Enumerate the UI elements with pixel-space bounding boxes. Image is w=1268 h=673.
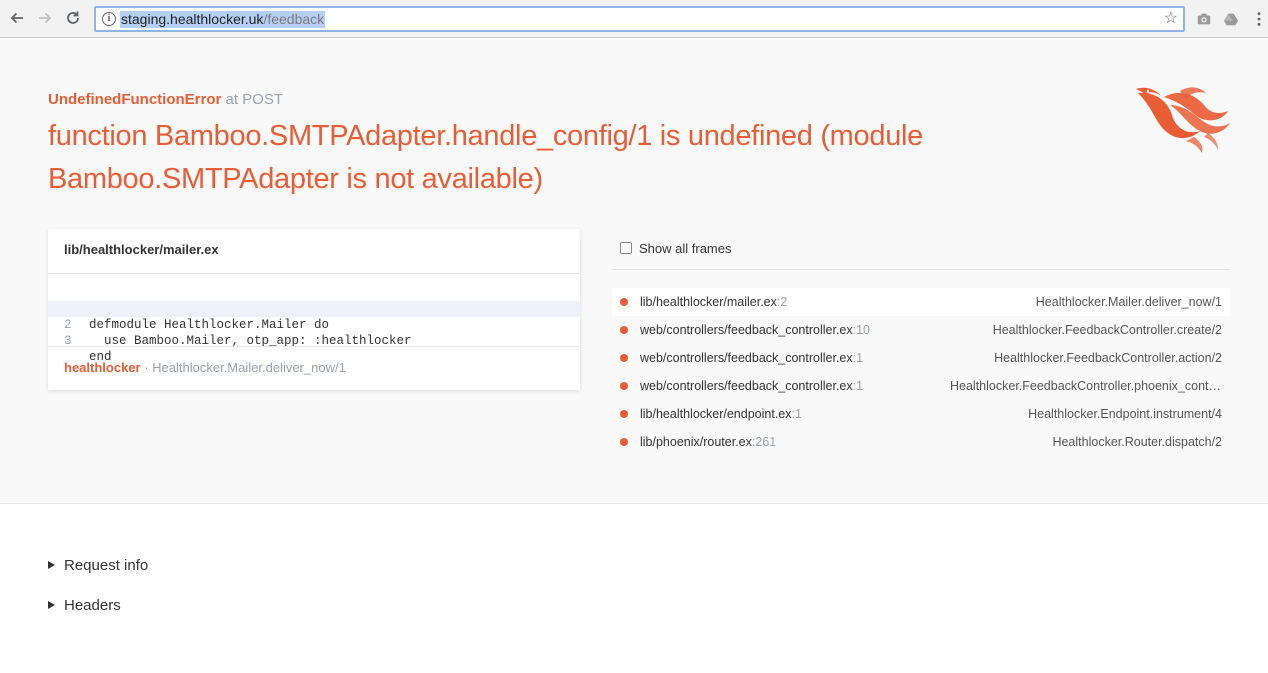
- frame-file: web/controllers/feedback_controller.ex: [640, 351, 853, 365]
- frame-file: lib/healthlocker/mailer.ex: [640, 295, 777, 309]
- error-heading: UndefinedFunctionError at POST: [48, 91, 283, 109]
- stack-frame[interactable]: lib/phoenix/router.ex:261 Healthlocker.R…: [612, 428, 1230, 456]
- frame-dot-icon: [620, 410, 628, 418]
- stack-frame[interactable]: web/controllers/feedback_controller.ex:1…: [612, 316, 1230, 344]
- error-message: function Bamboo.SMTPAdapter.handle_confi…: [48, 120, 924, 195]
- frame-line: :261: [751, 435, 777, 449]
- code-snippet-card: lib/healthlocker/mailer.ex 1 defmodule H…: [48, 229, 580, 390]
- app-name: healthlocker: [64, 360, 141, 375]
- frame-dot-icon: [620, 354, 628, 362]
- code-lines: 1 defmodule Healthlocker.Mailer do 2 use…: [48, 285, 580, 364]
- drive-icon[interactable]: [1222, 10, 1240, 28]
- stack-frame[interactable]: web/controllers/feedback_controller.ex:1…: [612, 372, 1230, 400]
- camera-icon[interactable]: [1195, 10, 1213, 28]
- code-line: 1 defmodule Healthlocker.Mailer do: [48, 285, 580, 332]
- stack-frame[interactable]: web/controllers/feedback_controller.ex:1…: [612, 344, 1230, 372]
- divider: [48, 273, 580, 274]
- frame-file: lib/phoenix/router.ex: [640, 435, 752, 449]
- frame-file: lib/healthlocker/endpoint.ex: [640, 407, 792, 421]
- frame-function: Healthlocker.FeedbackController.phoenix_…: [950, 379, 1222, 393]
- frame-line: :1: [791, 407, 802, 421]
- stack-frame[interactable]: lib/healthlocker/endpoint.ex:1 Healthloc…: [612, 400, 1230, 428]
- phoenix-logo: [1136, 87, 1230, 153]
- frame-function: Healthlocker.FeedbackController.action/2: [994, 351, 1222, 365]
- star-icon[interactable]: ☆: [1164, 10, 1178, 28]
- frame-line: :1: [852, 379, 864, 393]
- error-type: UndefinedFunctionError: [48, 91, 222, 108]
- frame-line: :10: [852, 323, 871, 337]
- reload-icon[interactable]: [62, 7, 84, 29]
- request-info-toggle[interactable]: Request info: [48, 555, 148, 575]
- stack-frame[interactable]: lib/healthlocker/mailer.ex:2 Healthlocke…: [612, 288, 1230, 316]
- code-line-highlighted: 2 use Bamboo.Mailer, otp_app: :healthloc…: [48, 301, 580, 348]
- frame-dot-icon: [620, 438, 628, 446]
- browser-toolbar: i staging.healthlocker.uk/feedback ☆: [0, 0, 1268, 38]
- request-info-label: Request info: [64, 556, 149, 574]
- frame-dot-icon: [620, 382, 628, 390]
- show-all-frames-toggle[interactable]: Show all frames: [620, 240, 731, 256]
- frame-line: :1: [852, 351, 864, 365]
- disclosure-triangle-icon: [48, 561, 55, 569]
- frame-dot-icon: [620, 326, 628, 334]
- frame-line: :2: [776, 295, 788, 309]
- stack-frames-list: lib/healthlocker/mailer.ex:2 Healthlocke…: [612, 288, 1230, 456]
- url-host: staging.healthlocker.uk: [121, 11, 264, 27]
- divider: [612, 269, 1230, 270]
- url-path: /feedback: [263, 11, 325, 27]
- headers-label: Headers: [64, 596, 121, 614]
- headers-toggle[interactable]: Headers: [48, 595, 121, 615]
- error-at-label: at POST: [225, 91, 284, 108]
- divider: [48, 346, 580, 347]
- menu-dots-icon[interactable]: [1250, 10, 1268, 28]
- info-icon[interactable]: i: [102, 12, 116, 26]
- disclosure-triangle-icon: [48, 601, 55, 609]
- frame-function: Healthlocker.FeedbackController.create/2: [992, 323, 1222, 337]
- show-all-frames-checkbox[interactable]: [620, 242, 632, 254]
- frame-function: Healthlocker.Router.dispatch/2: [1052, 435, 1222, 449]
- separator: ·: [140, 360, 153, 375]
- code-line: 3 end: [48, 317, 580, 364]
- frame-file: web/controllers/feedback_controller.ex: [640, 379, 853, 393]
- function-name: Healthlocker.Mailer.deliver_now/1: [152, 360, 346, 375]
- code-footer: healthlocker · Healthlocker.Mailer.deliv…: [64, 360, 346, 375]
- address-bar[interactable]: i staging.healthlocker.uk/feedback ☆: [94, 6, 1185, 32]
- show-all-frames-label: Show all frames: [639, 240, 732, 256]
- forward-arrow-icon[interactable]: [34, 7, 56, 29]
- frame-file: web/controllers/feedback_controller.ex: [640, 323, 853, 337]
- back-arrow-icon[interactable]: [6, 7, 28, 29]
- code-file-name: lib/healthlocker/mailer.ex: [64, 242, 219, 257]
- frame-function: Healthlocker.Mailer.deliver_now/1: [1035, 295, 1222, 309]
- frame-function: Healthlocker.Endpoint.instrument/4: [1028, 407, 1222, 421]
- frame-dot-icon: [620, 298, 628, 306]
- url-text[interactable]: staging.healthlocker.uk/feedback: [120, 11, 326, 28]
- error-section: UndefinedFunctionError at POST function …: [0, 39, 1268, 504]
